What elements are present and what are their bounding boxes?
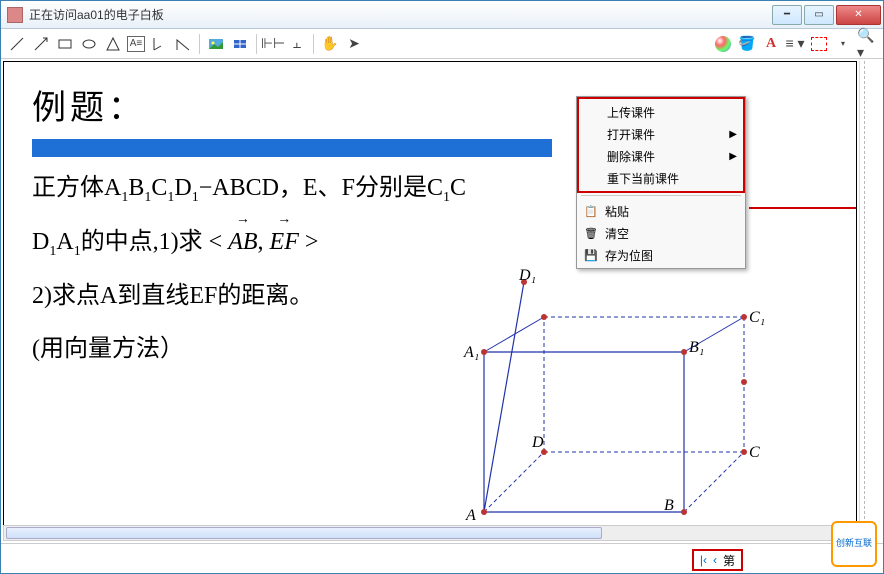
rect-tool-icon[interactable] (55, 34, 75, 54)
statusbar: |‹ ‹ 第 创新互联 (1, 543, 883, 573)
red-marker-line (749, 207, 857, 209)
dropdown-icon[interactable]: ▾ (833, 34, 853, 54)
clear-icon: 🗑 (583, 225, 599, 241)
page-prev-button[interactable]: ‹ (713, 553, 717, 567)
label-C: C (749, 444, 760, 461)
context-menu-courseware-section: 上传课件 打开课件▶ 删除课件▶ 重下当前课件 (577, 97, 745, 193)
window-buttons: ━ ▭ ✕ (772, 5, 883, 25)
selection-style-icon[interactable] (809, 34, 829, 54)
context-menu: 上传课件 打开课件▶ 删除课件▶ 重下当前课件 📋粘贴 🗑清空 💾存为位图 (576, 96, 746, 269)
app-icon (7, 7, 23, 23)
scrollbar-thumb[interactable] (6, 527, 602, 539)
ctx-paste[interactable]: 📋粘贴 (577, 200, 745, 222)
window-title: 正在访问aa01的电子白板 (29, 6, 772, 23)
titlebar: 正在访问aa01的电子白板 ━ ▭ ✕ (1, 1, 883, 29)
toolbar: A≡ ⊩⊢ ⫠ ✋ ➤ 🪣 A ≡ ▾ ▾ 🔍 ▾ (1, 29, 883, 59)
label-A: A (465, 507, 476, 522)
text-tool-icon[interactable]: A≡ (127, 36, 145, 52)
ctx-open[interactable]: 打开课件▶ (579, 123, 743, 145)
page-first-button[interactable]: |‹ (700, 553, 707, 567)
close-button[interactable]: ✕ (836, 5, 881, 25)
page-label: 第 (723, 552, 735, 569)
arrow-tool-icon[interactable] (31, 34, 51, 54)
zoom-tool-icon[interactable]: 🔍 ▾ (857, 34, 877, 54)
label-A1: A₁ (463, 344, 479, 361)
paste-icon: 📋 (583, 203, 599, 219)
pointer-tool-icon[interactable]: ➤ (344, 34, 364, 54)
hand-tool-icon[interactable]: ✋ (320, 34, 340, 54)
label-C1: C₁ (749, 309, 764, 326)
triangle-tool-icon[interactable] (103, 34, 123, 54)
label-D1: D₁ (518, 267, 536, 284)
line-style-icon[interactable]: ≡ ▾ (785, 34, 805, 54)
color-picker-icon[interactable] (713, 34, 733, 54)
font-tool-icon[interactable]: A (761, 34, 781, 54)
object-tool-icon[interactable] (230, 34, 250, 54)
scrollbar-horizontal[interactable]: ▶ (3, 525, 857, 541)
label-B: B (664, 497, 674, 514)
maximize-button[interactable]: ▭ (804, 5, 834, 25)
label-D: D (531, 434, 544, 451)
context-menu-edit-section: 📋粘贴 🗑清空 💾存为位图 (577, 198, 745, 268)
fill-tool-icon[interactable]: 🪣 (737, 34, 757, 54)
save-icon: 💾 (583, 247, 599, 263)
ctx-saveimg[interactable]: 💾存为位图 (577, 244, 745, 266)
label-B1: B₁ (689, 339, 704, 356)
align-v-icon[interactable]: ⫠ (287, 34, 307, 54)
line-tool-icon[interactable] (7, 34, 27, 54)
ellipse-tool-icon[interactable] (79, 34, 99, 54)
watermark-logo: 创新互联 (831, 521, 877, 567)
ctx-redownload[interactable]: 重下当前课件 (579, 167, 743, 189)
measure-tool-icon[interactable] (149, 34, 169, 54)
app-window: 正在访问aa01的电子白板 ━ ▭ ✕ A≡ ⊩⊢ ⫠ ✋ ➤ 🪣 A ≡ ▾ … (0, 0, 884, 574)
pagination-box: |‹ ‹ 第 (692, 549, 743, 571)
ctx-delete[interactable]: 删除课件▶ (579, 145, 743, 167)
angle-tool-icon[interactable] (173, 34, 193, 54)
ctx-clear[interactable]: 🗑清空 (577, 222, 745, 244)
ctx-upload[interactable]: 上传课件 (579, 101, 743, 123)
align-h-icon[interactable]: ⊩⊢ (263, 34, 283, 54)
ruler-right (859, 61, 881, 539)
minimize-button[interactable]: ━ (772, 5, 802, 25)
blue-bar (32, 139, 552, 157)
image-tool-icon[interactable] (206, 34, 226, 54)
